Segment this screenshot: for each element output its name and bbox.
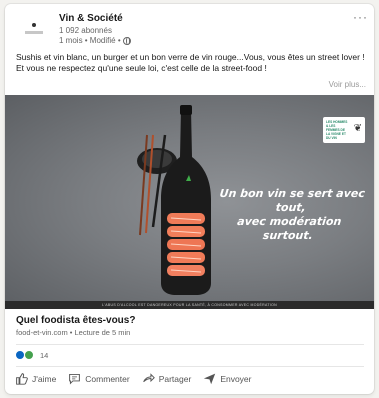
divider — [16, 344, 364, 345]
divider — [16, 366, 364, 367]
like-label: J'aime — [32, 373, 57, 384]
like-button[interactable]: J'aime — [15, 372, 56, 385]
post-image[interactable]: Un bon vin se sert avec tout, avec modér… — [5, 95, 374, 309]
send-label: Envoyer — [220, 373, 252, 384]
brand-text: LES HOMMES & LES FEMMES DE LA VIGNE ET D… — [326, 120, 348, 140]
send-button[interactable]: Envoyer — [203, 372, 252, 385]
globe-icon — [122, 36, 131, 45]
comment-button[interactable]: Commenter — [68, 372, 130, 385]
post-text: Sushis et vin blanc, un burger et un bon… — [16, 52, 365, 73]
send-icon — [204, 373, 216, 385]
action-bar: J'aime Commenter Partager Envoyer — [15, 372, 252, 385]
follower-count: 1 092 abonnés — [59, 26, 112, 35]
logo-line — [25, 31, 43, 34]
logo-dot — [32, 23, 36, 27]
article-source: food-et-vin.com • Lecture de 5 min — [16, 328, 131, 337]
celebrate-reaction-icon — [24, 350, 34, 360]
reaction-count: 14 — [40, 350, 49, 360]
reactions-summary[interactable]: 14 — [15, 350, 48, 360]
company-logo[interactable] — [19, 15, 49, 45]
post-card: Vin & Société 1 092 abonnés 1 mois • Mod… — [5, 4, 374, 394]
article-title[interactable]: Quel foodista êtes-vous? — [16, 315, 135, 326]
share-button[interactable]: Partager — [142, 372, 192, 385]
ad-slogan: Un bon vin se sert avec tout, avec modér… — [212, 187, 368, 243]
post-header: Vin & Société 1 092 abonnés 1 mois • Mod… — [5, 4, 374, 52]
post-meta: 1 mois • Modifié • — [59, 36, 131, 45]
slogan-line-2: avec modération surtout. — [236, 215, 343, 242]
comment-icon — [69, 373, 81, 385]
post-meta-text: 1 mois • Modifié • — [59, 36, 121, 45]
more-options-button[interactable]: ··· — [353, 10, 368, 24]
see-more-link[interactable]: Voir plus... — [329, 80, 366, 89]
brand-badge: LES HOMMES & LES FEMMES DE LA VIGNE ET D… — [323, 117, 365, 143]
author-name[interactable]: Vin & Société — [59, 13, 123, 24]
vine-leaf-icon: ❦ — [353, 123, 362, 134]
bottle-cap — [180, 105, 192, 115]
slogan-line-1: Un bon vin se sert avec tout, — [218, 187, 366, 214]
comment-label: Commenter — [85, 373, 130, 384]
share-label: Partager — [158, 373, 192, 384]
thumbs-up-icon — [16, 373, 28, 385]
share-icon — [142, 373, 155, 383]
legal-notice: L'ABUS D'ALCOOL EST DANGEREUX POUR LA SA… — [102, 303, 277, 307]
